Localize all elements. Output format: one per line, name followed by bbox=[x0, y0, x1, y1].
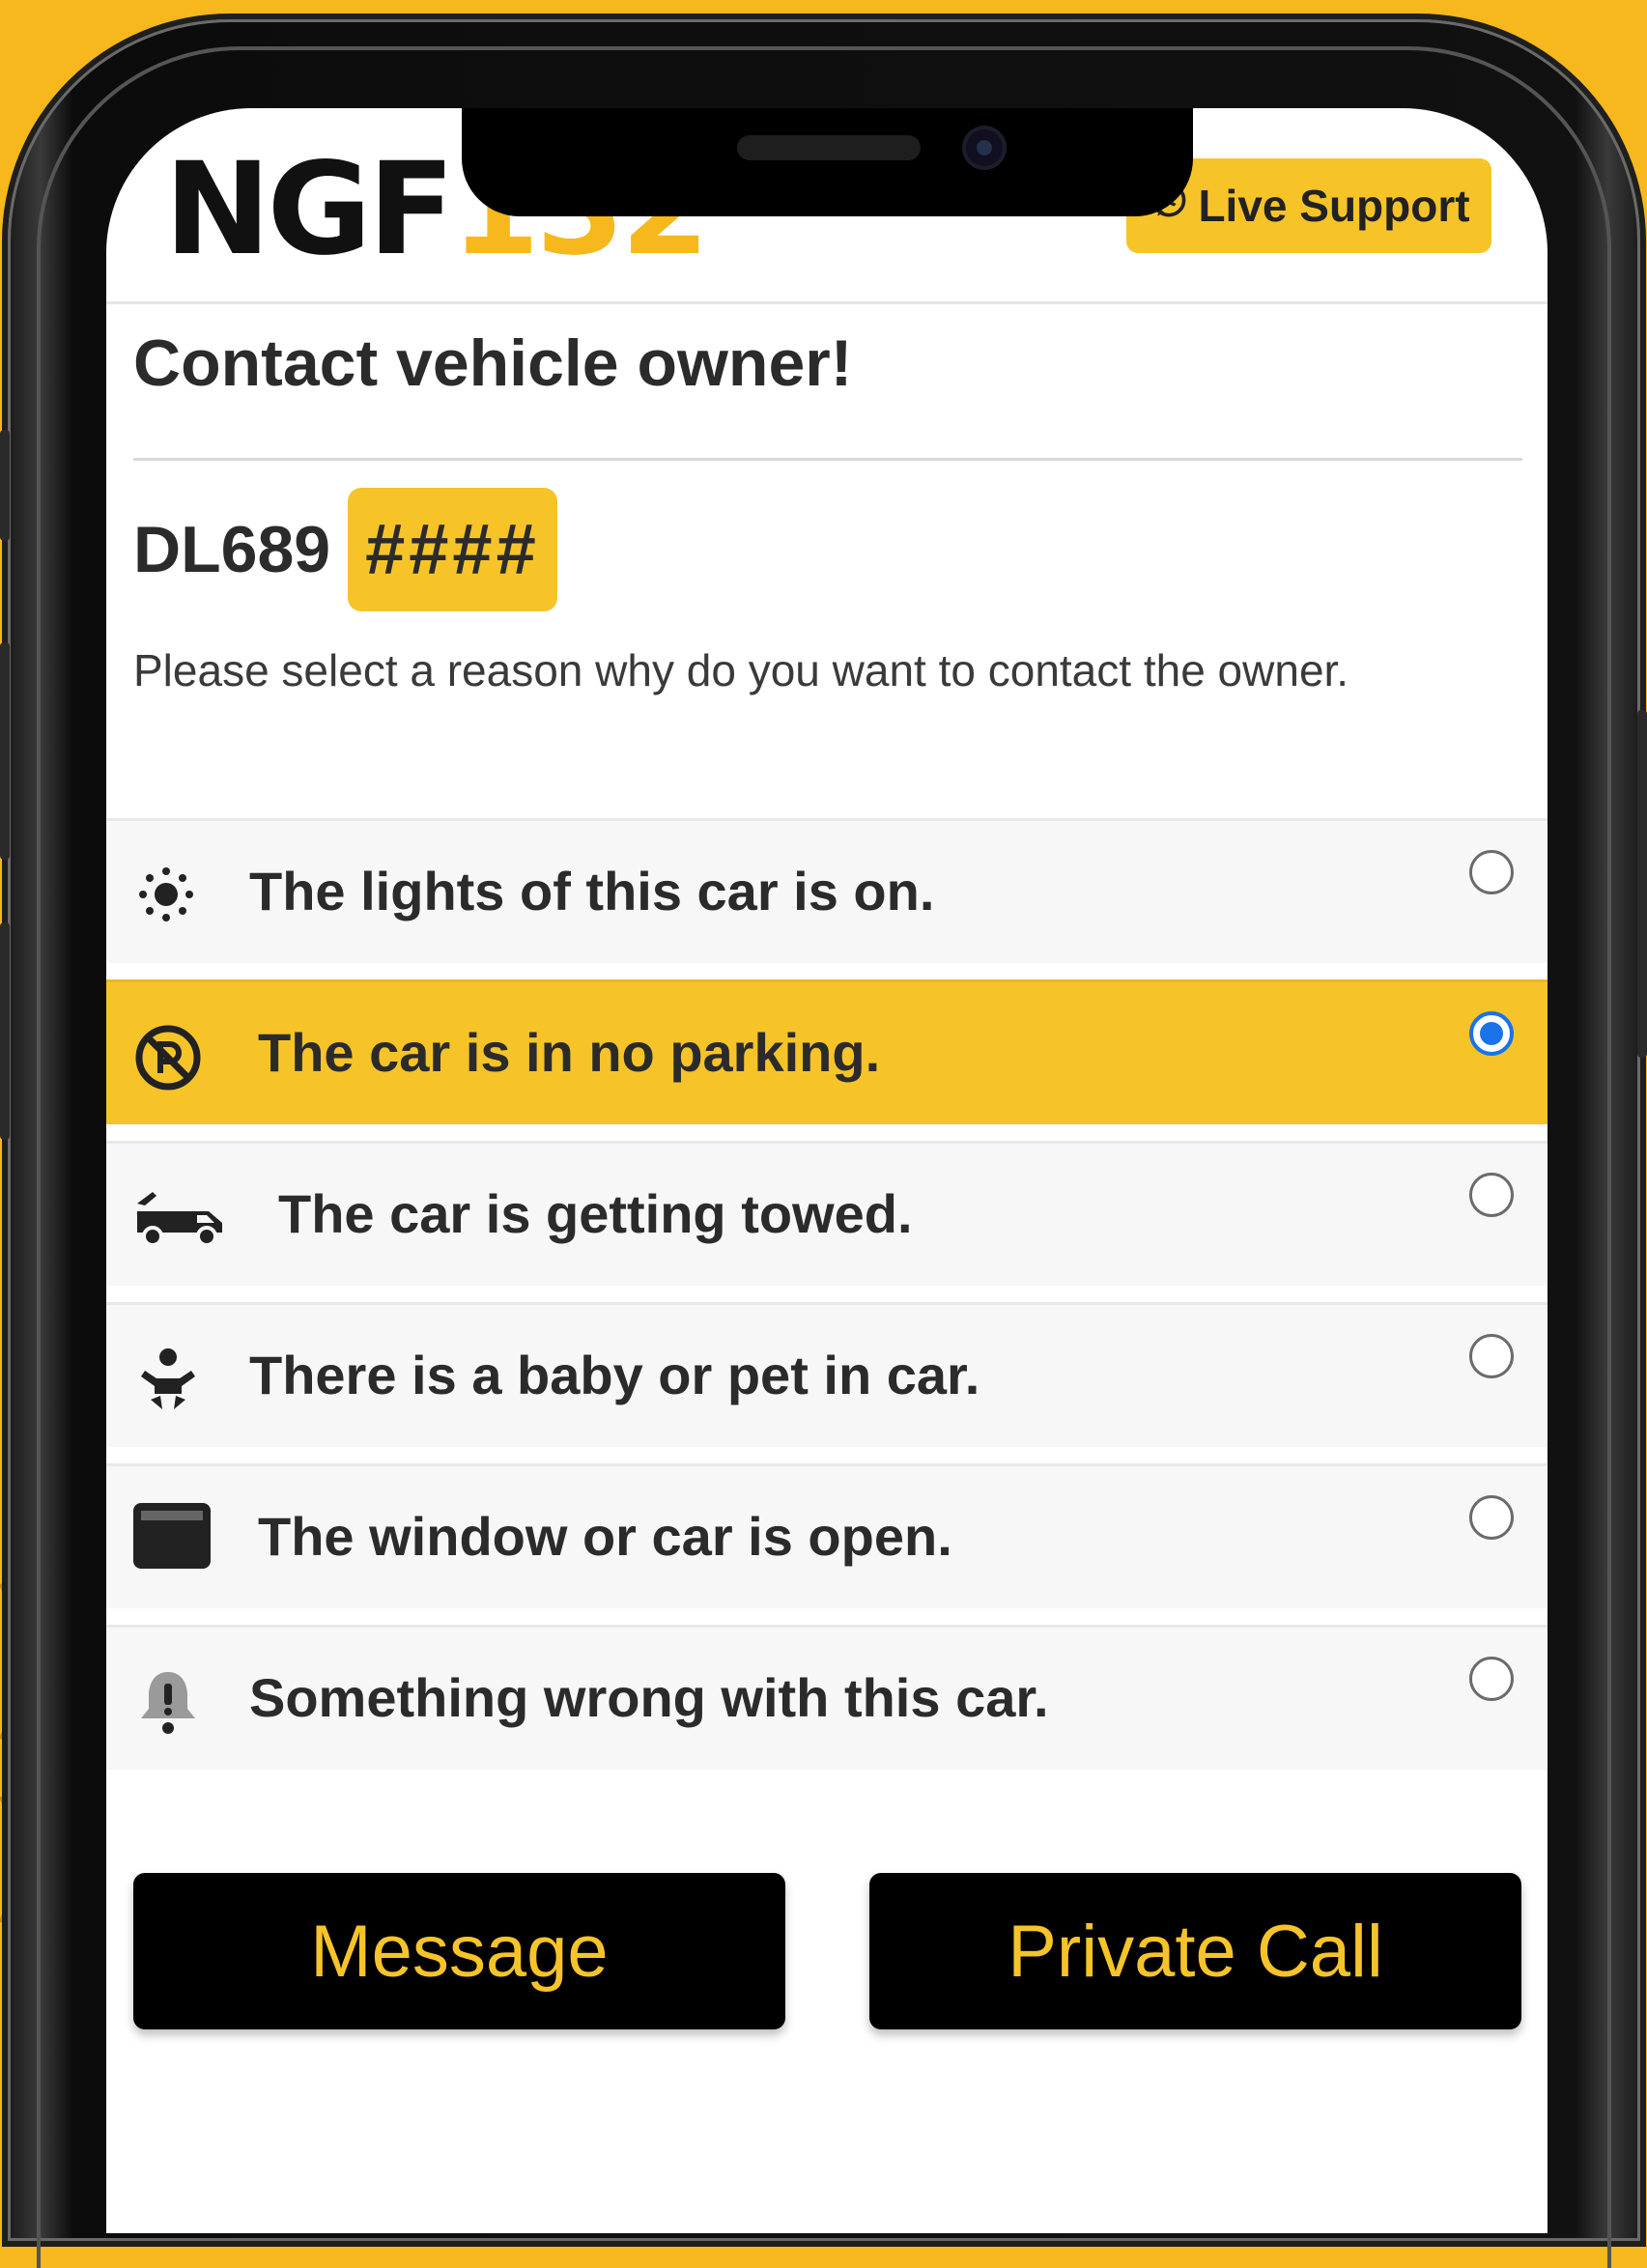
option-towed[interactable]: The car is getting towed. bbox=[106, 1141, 1548, 1286]
page-title: Contact vehicle owner! bbox=[133, 326, 853, 400]
option-radio[interactable] bbox=[1469, 1495, 1514, 1540]
option-label: Something wrong with this car. bbox=[249, 1667, 1049, 1728]
divider bbox=[133, 458, 1522, 461]
live-support-label: Live Support bbox=[1198, 181, 1470, 231]
lights-icon bbox=[133, 862, 203, 931]
option-lights-on[interactable]: The lights of this car is on. bbox=[106, 818, 1548, 963]
option-label: There is a baby or pet in car. bbox=[249, 1345, 980, 1405]
option-baby-pet[interactable]: There is a baby or pet in car. bbox=[106, 1302, 1548, 1447]
volume-down-button bbox=[0, 922, 10, 1140]
front-camera bbox=[962, 126, 1007, 170]
mute-switch bbox=[0, 430, 10, 541]
private-call-button[interactable]: Private Call bbox=[869, 1873, 1521, 2029]
alert-bell-icon bbox=[133, 1668, 203, 1738]
option-label: The car is in no parking. bbox=[258, 1022, 881, 1083]
option-label: The lights of this car is on. bbox=[249, 861, 935, 921]
baby-icon bbox=[133, 1346, 203, 1415]
option-radio[interactable] bbox=[1469, 1173, 1514, 1217]
option-something-wrong[interactable]: Something wrong with this car. bbox=[106, 1625, 1548, 1770]
option-no-parking[interactable]: The car is in no parking. bbox=[106, 979, 1548, 1124]
option-radio[interactable] bbox=[1469, 1334, 1514, 1378]
option-radio[interactable] bbox=[1469, 850, 1514, 894]
option-window-open[interactable]: The window or car is open. bbox=[106, 1463, 1548, 1608]
plate-masked: #### bbox=[348, 488, 557, 611]
window-icon bbox=[133, 1501, 211, 1571]
tow-truck-icon bbox=[133, 1184, 226, 1254]
option-label: The window or car is open. bbox=[258, 1506, 952, 1567]
phone-notch bbox=[462, 108, 1193, 216]
instruction-text: Please select a reason why do you want t… bbox=[133, 645, 1349, 695]
power-button bbox=[1637, 710, 1647, 1058]
plate-prefix: DL689 bbox=[133, 513, 331, 586]
reason-options: The lights of this car is on. The car is… bbox=[106, 818, 1548, 1786]
message-button[interactable]: Message bbox=[133, 1873, 785, 2029]
volume-up-button bbox=[0, 642, 10, 860]
option-radio[interactable] bbox=[1469, 1657, 1514, 1701]
phone-screen: NGF132 Live Support Contact vehicle owne… bbox=[106, 108, 1548, 2233]
plate-number: DL689 #### bbox=[133, 488, 557, 611]
speaker-grille bbox=[737, 135, 921, 160]
logo-text-dark: NGF bbox=[164, 135, 455, 284]
no-parking-icon bbox=[133, 1023, 203, 1092]
option-radio[interactable] bbox=[1469, 1011, 1514, 1056]
option-label: The car is getting towed. bbox=[278, 1183, 913, 1244]
